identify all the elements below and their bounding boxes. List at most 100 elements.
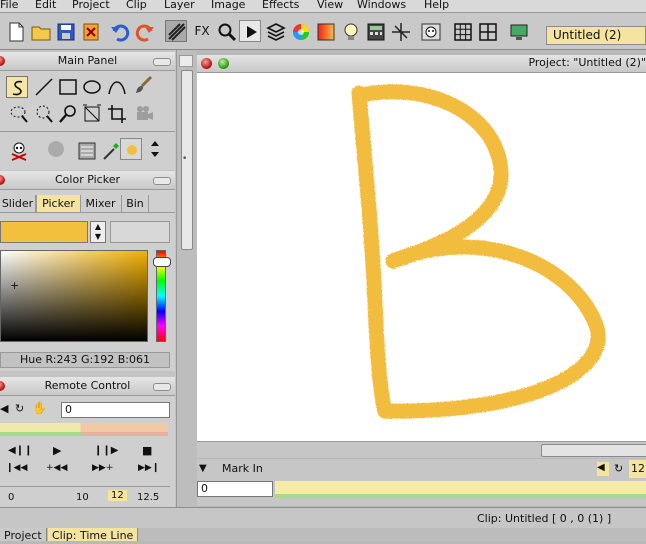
close-dot-icon[interactable]: [0, 381, 5, 391]
save-icon[interactable]: [54, 20, 76, 42]
tab-bin[interactable]: Bin: [122, 195, 149, 212]
monitor-icon[interactable]: [507, 20, 529, 42]
calculator-icon[interactable]: [364, 20, 386, 42]
tab-slider[interactable]: Slider: [0, 195, 36, 212]
zoom-tool-icon[interactable]: [57, 103, 79, 125]
timeline-range-bar[interactable]: [275, 481, 646, 494]
paint-brush-icon[interactable]: [133, 74, 155, 96]
color-wheel-icon[interactable]: [289, 20, 311, 42]
skull-crossbones-icon[interactable]: [8, 140, 30, 162]
redo-icon[interactable]: [133, 20, 155, 42]
stamp-icon[interactable]: [45, 138, 67, 160]
collapse-pill-icon[interactable]: [153, 58, 171, 66]
remote-range-strip: [0, 432, 168, 436]
film-camera-icon[interactable]: [133, 103, 155, 125]
swap-arrows-icon[interactable]: ▲ ▼: [90, 221, 106, 243]
new-document-icon[interactable]: [4, 20, 26, 42]
menu-clip[interactable]: Clip: [126, 0, 147, 11]
grid-icon[interactable]: [451, 20, 473, 42]
status-bar: Clip: Untitled [ 0 , 0 (1) ]: [0, 507, 646, 528]
bezier-tool-icon[interactable]: [106, 76, 128, 98]
freehand-tool-icon[interactable]: [6, 76, 28, 98]
dock-splitter[interactable]: •: [176, 50, 197, 507]
lasso-select-icon[interactable]: [8, 103, 30, 125]
fx-icon[interactable]: FX: [191, 20, 213, 42]
scroll-up-arrow-icon[interactable]: [179, 55, 193, 67]
remote-frame-input[interactable]: 0: [61, 402, 170, 418]
brush-strokes-icon[interactable]: [165, 20, 187, 42]
scale-label[interactable]: 12: [108, 490, 127, 501]
color-picker-titlebar[interactable]: Color Picker: [0, 171, 175, 190]
tab-clip-time-line[interactable]: Clip: Time Line: [48, 528, 139, 542]
mask-icon[interactable]: [419, 20, 441, 42]
crop-tool-icon[interactable]: [106, 103, 128, 125]
project-select[interactable]: Untitled (2): [546, 26, 646, 45]
stop-icon[interactable]: ■: [142, 444, 152, 457]
gradient-fill-icon[interactable]: [76, 140, 98, 162]
menu-effects[interactable]: Effects: [262, 0, 299, 11]
loop-icon[interactable]: ↻: [614, 462, 623, 475]
close-window-icon[interactable]: [201, 58, 212, 69]
rewind-icon[interactable]: +◀◀: [46, 463, 67, 473]
remote-range-bar[interactable]: [0, 423, 168, 432]
menu-layer[interactable]: Layer: [164, 0, 195, 11]
h-scroll-thumb[interactable]: [541, 444, 646, 457]
collapse-pill-icon[interactable]: [153, 177, 171, 185]
hand-grab-icon[interactable]: ✋: [32, 401, 47, 415]
canvas-titlebar[interactable]: Project: "Untitled (2)": [197, 55, 646, 73]
forward-end-icon[interactable]: ▶▶❙: [138, 463, 159, 473]
color-dot-icon[interactable]: [120, 138, 142, 160]
close-file-icon[interactable]: [79, 20, 101, 42]
previous-color-swatch[interactable]: [110, 221, 170, 243]
rewind-start-icon[interactable]: ❙◀◀: [6, 463, 27, 473]
fast-forward-icon[interactable]: ▶▶+: [92, 463, 113, 473]
menu-file[interactable]: File: [0, 0, 18, 11]
open-folder-icon[interactable]: [29, 20, 51, 42]
mark-in-arrow-icon[interactable]: ▼: [199, 463, 207, 474]
timeline-frame-input[interactable]: 0: [197, 481, 273, 497]
menu-help[interactable]: Help: [424, 0, 449, 11]
grid-split-icon[interactable]: [476, 20, 498, 42]
transform-tool-icon[interactable]: [81, 103, 103, 125]
play-button-icon[interactable]: ▶: [53, 444, 61, 457]
speaker-icon[interactable]: ◀: [0, 402, 12, 416]
menu-edit[interactable]: Edit: [35, 0, 56, 11]
menu-view[interactable]: View: [317, 0, 343, 11]
canvas-horizontal-scrollbar[interactable]: [197, 441, 646, 458]
lightbulb-icon[interactable]: [339, 20, 361, 42]
play-icon[interactable]: [239, 20, 261, 42]
current-color-swatch[interactable]: [0, 221, 88, 243]
remote-control-titlebar[interactable]: Remote Control: [0, 377, 175, 396]
arrows-icon[interactable]: [144, 138, 166, 160]
collapse-pill-icon[interactable]: [153, 383, 171, 391]
step-forward-icon[interactable]: ❙❙▶: [94, 445, 118, 456]
magic-select-icon[interactable]: [33, 103, 55, 125]
gradient-icon[interactable]: [314, 20, 336, 42]
main-panel-titlebar[interactable]: Main Panel: [0, 52, 175, 71]
saturation-value-field[interactable]: +: [0, 250, 148, 342]
magnifier-icon[interactable]: [215, 20, 237, 42]
loop-icon[interactable]: ↻: [15, 402, 24, 415]
line-tool-icon[interactable]: [33, 76, 55, 98]
close-dot-icon[interactable]: [0, 175, 5, 185]
eyedropper-icon[interactable]: [100, 140, 122, 162]
menu-image[interactable]: Image: [211, 0, 245, 11]
undo-icon[interactable]: [108, 20, 130, 42]
hue-slider-handle[interactable]: [153, 257, 171, 267]
close-dot-icon[interactable]: [0, 56, 5, 66]
rectangle-tool-icon[interactable]: [57, 76, 79, 98]
mark-in-label[interactable]: Mark In: [222, 462, 263, 475]
layers-icon[interactable]: [264, 20, 286, 42]
menu-project[interactable]: Project: [72, 0, 110, 11]
tab-project[interactable]: Project: [0, 528, 47, 542]
crosshair-icon[interactable]: [389, 20, 411, 42]
tab-mixer[interactable]: Mixer: [80, 195, 122, 212]
tab-picker[interactable]: Picker: [36, 195, 81, 212]
ellipse-tool-icon[interactable]: [81, 76, 103, 98]
step-back-icon[interactable]: ◀❙❙: [8, 445, 32, 456]
zoom-window-icon[interactable]: [218, 58, 229, 69]
drawing-canvas[interactable]: [197, 73, 646, 441]
menu-windows[interactable]: Windows: [357, 0, 406, 11]
timeline-right-value[interactable]: 12: [629, 460, 646, 478]
speaker-icon[interactable]: ◀: [597, 462, 609, 476]
